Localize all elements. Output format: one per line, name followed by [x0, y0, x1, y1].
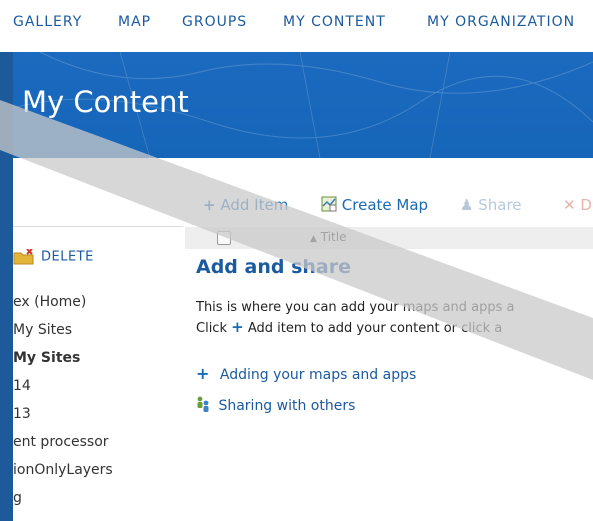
create-map-button[interactable]: Create Map	[321, 196, 428, 214]
nav-gallery[interactable]: GALLERY	[13, 14, 82, 30]
sharing-with-others-label: Sharing with others	[218, 398, 356, 414]
select-all-checkbox[interactable]	[217, 231, 231, 245]
folder-item[interactable]: ionOnlyLayers	[13, 462, 113, 478]
delete-item-label: D	[580, 196, 592, 214]
left-frame-strip	[0, 52, 13, 521]
delete-item-button[interactable]: ✕ D	[563, 196, 592, 214]
page-title: My Content	[22, 85, 189, 119]
folder-item[interactable]: g	[13, 490, 22, 506]
delete-folder-label: DELETE	[41, 249, 94, 265]
top-navigation: GALLERY MAP GROUPS MY CONTENT MY ORGANIZ…	[0, 0, 593, 52]
nav-my-content[interactable]: MY CONTENT	[283, 14, 386, 30]
folder-item[interactable]: 14	[13, 378, 31, 394]
share-button[interactable]: ♟ Share	[460, 196, 522, 214]
plus-icon: +	[231, 318, 244, 336]
empty-state-heading: Add and share	[196, 256, 351, 278]
empty-state-line2: Click + Add item to add your content or …	[196, 318, 502, 336]
nav-my-organization[interactable]: MY ORGANIZATION	[427, 14, 575, 30]
folder-item[interactable]: My Sites	[13, 322, 72, 338]
empty-state-line2-text: Add item to add your content or click a	[247, 321, 503, 336]
share-people-icon	[197, 396, 209, 412]
share-icon: ♟	[460, 196, 474, 214]
folder-item[interactable]: ex (Home)	[13, 294, 86, 310]
title-column-header[interactable]: ▲ Title	[310, 230, 346, 244]
empty-state-line1: This is where you can add your maps and …	[196, 300, 515, 315]
delete-folder-button[interactable]: DELETE	[13, 249, 94, 267]
plus-icon: +	[196, 364, 210, 383]
folder-item[interactable]: 13	[13, 406, 31, 422]
sharing-with-others-link[interactable]: Sharing with others	[196, 396, 355, 414]
empty-state-line2-prefix: Click	[196, 321, 227, 336]
close-icon: ✕	[563, 196, 576, 214]
create-map-label: Create Map	[341, 196, 429, 214]
sort-ascending-icon: ▲	[310, 234, 317, 244]
sidebar-divider	[13, 226, 183, 227]
title-column-label: Title	[320, 230, 347, 244]
share-label: Share	[478, 196, 522, 214]
content-panel: DELETE ex (Home) My Sites My Sites 14 13…	[13, 158, 593, 521]
table-header: ▲ Title	[185, 227, 593, 249]
add-item-button[interactable]: + Add Item	[203, 196, 288, 214]
nav-groups[interactable]: GROUPS	[182, 14, 247, 30]
plus-icon: +	[203, 196, 216, 214]
folder-item[interactable]: ent processor	[13, 434, 109, 450]
nav-map[interactable]: MAP	[118, 14, 151, 30]
add-item-label: Add Item	[220, 196, 289, 214]
adding-maps-apps-label: Adding your maps and apps	[219, 367, 417, 383]
folder-delete-icon	[13, 249, 34, 265]
adding-maps-apps-link[interactable]: + Adding your maps and apps	[196, 364, 416, 383]
folder-item-selected[interactable]: My Sites	[13, 350, 80, 366]
create-map-icon	[321, 196, 337, 212]
